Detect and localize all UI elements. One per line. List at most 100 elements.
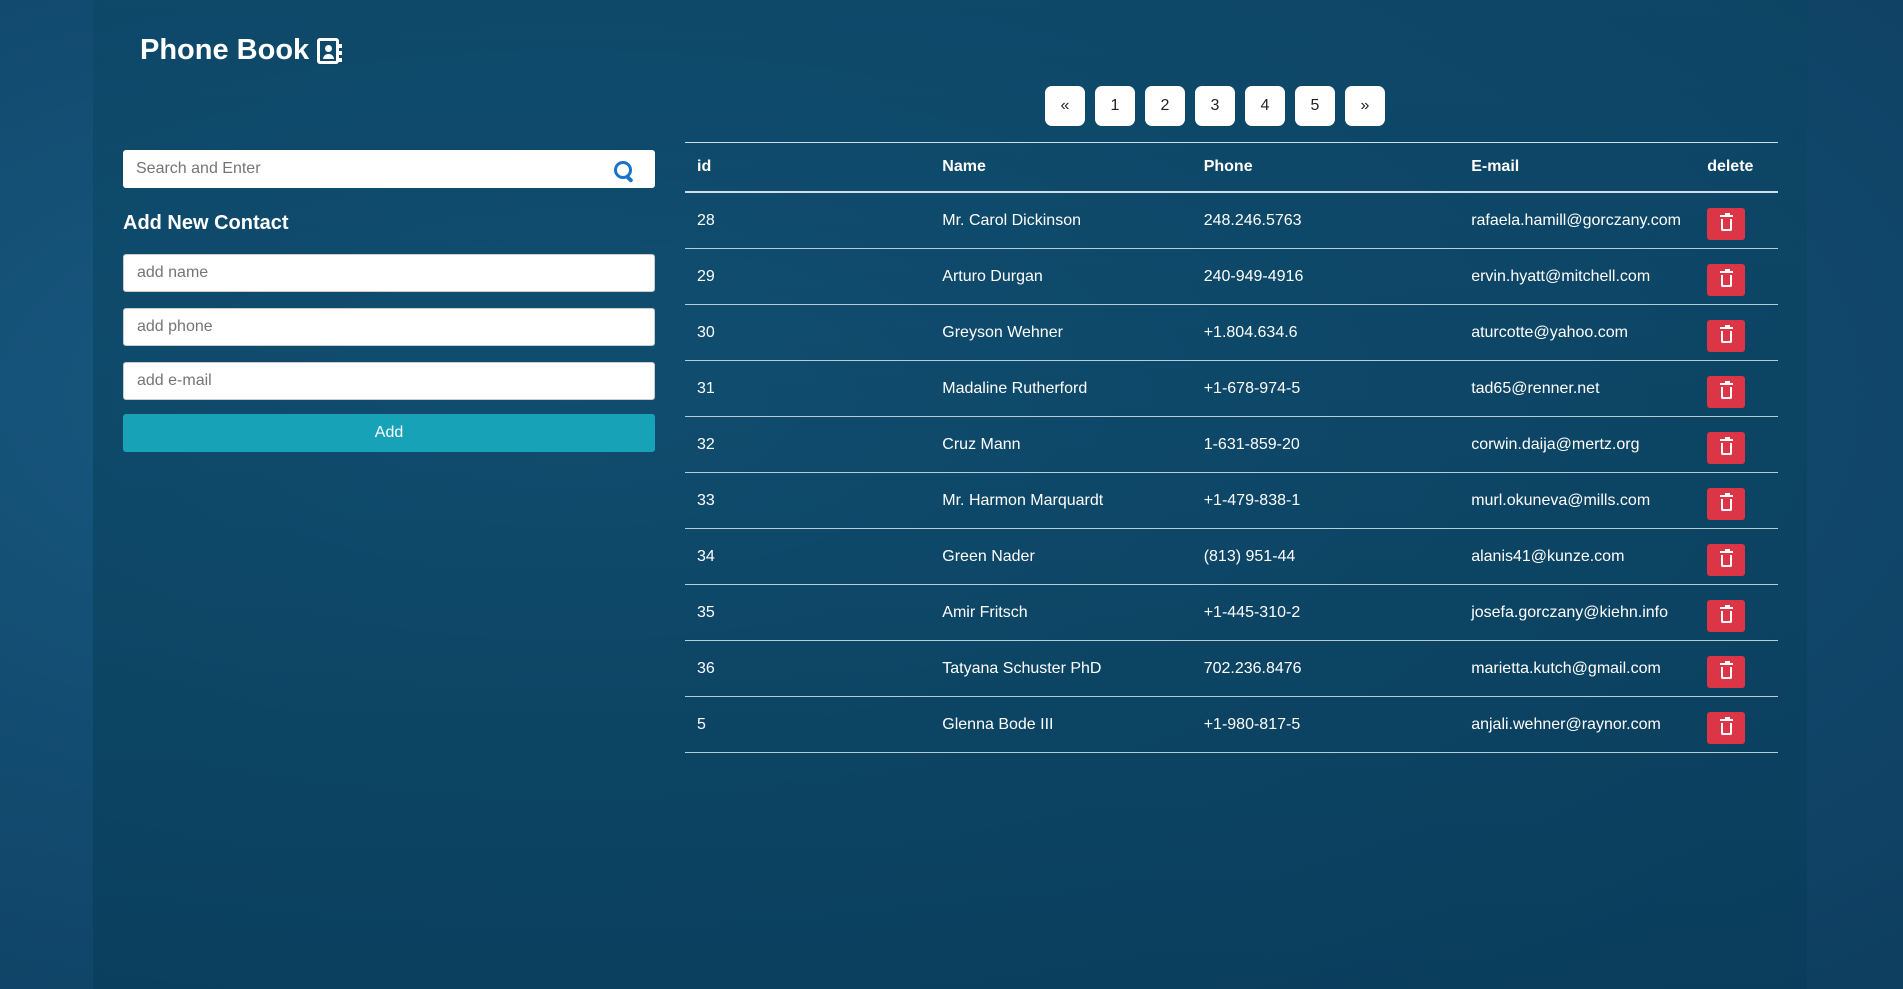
trash-icon	[1719, 717, 1733, 735]
app-title: Phone Book	[140, 34, 343, 67]
cell-email: alanis41@kunze.com	[1459, 528, 1696, 585]
table-row: 29 Arturo Durgan 240-949-4916 ervin.hyatt@m…	[685, 248, 1778, 305]
cell-name: Arturo Durgan	[930, 248, 1192, 305]
delete-button[interactable]	[1707, 655, 1746, 688]
column-header-email: E-mail	[1459, 142, 1696, 193]
trash-icon	[1719, 661, 1733, 679]
cell-delete	[1695, 248, 1778, 305]
cell-email: corwin.daija@mertz.org	[1459, 416, 1696, 473]
email-field[interactable]	[123, 362, 655, 400]
cell-id: 33	[685, 472, 931, 529]
cell-phone: +1-980-817-5	[1191, 696, 1460, 753]
name-field[interactable]	[123, 254, 655, 292]
delete-button[interactable]	[1707, 319, 1746, 352]
cell-phone: +1.804.634.6	[1191, 304, 1460, 361]
table-row: 32 Cruz Mann 1-631-859-20 corwin.daija@mert…	[685, 416, 1778, 473]
cell-id: 30	[685, 304, 931, 361]
page-button-1[interactable]: 1	[1095, 86, 1135, 126]
column-header-phone: Phone	[1191, 142, 1460, 193]
cell-email: ervin.hyatt@mitchell.com	[1459, 248, 1696, 305]
cell-name: Madaline Rutherford	[930, 360, 1192, 417]
table-row: 28 Mr. Carol Dickinson 248.246.5763 rafaela…	[685, 192, 1778, 249]
delete-button[interactable]	[1707, 487, 1746, 520]
table-row: 31 Madaline Rutherford +1-678-974-5 tad65@r…	[685, 360, 1778, 417]
cell-email: rafaela.hamill@gorczany.com	[1459, 192, 1696, 249]
cell-email: aturcotte@yahoo.com	[1459, 304, 1696, 361]
delete-button[interactable]	[1707, 543, 1746, 576]
cell-delete	[1695, 640, 1778, 697]
cell-delete	[1695, 528, 1778, 585]
page-button-4[interactable]: 4	[1245, 86, 1285, 126]
search-box	[123, 150, 655, 188]
cell-name: Mr. Carol Dickinson	[930, 192, 1192, 249]
page-button-3[interactable]: 3	[1195, 86, 1235, 126]
table-row: 5 Glenna Bode III +1-980-817-5 anjali.wehne…	[685, 696, 1778, 753]
cell-email: murl.okuneva@mills.com	[1459, 472, 1696, 529]
column-header-name: Name	[930, 142, 1192, 193]
trash-icon	[1719, 269, 1733, 287]
add-contact-heading: Add New Contact	[123, 212, 289, 234]
delete-button[interactable]	[1707, 711, 1746, 744]
cell-delete	[1695, 696, 1778, 753]
table-row: 36 Tatyana Schuster PhD 702.236.8476 mariet…	[685, 640, 1778, 697]
cell-email: josefa.gorczany@kiehn.info	[1459, 584, 1696, 641]
table-row: 34 Green Nader (813) 951-44 alanis41@kunze.…	[685, 528, 1778, 585]
delete-button[interactable]	[1707, 263, 1746, 296]
address-book-icon	[317, 37, 343, 64]
table-row: 33 Mr. Harmon Marquardt +1-479-838-1 murl.o…	[685, 472, 1778, 529]
trash-icon	[1719, 213, 1733, 231]
cell-delete	[1695, 360, 1778, 417]
table-row: 35 Amir Fritsch +1-445-310-2 josefa.gorczan…	[685, 584, 1778, 641]
delete-button[interactable]	[1707, 375, 1746, 408]
cell-phone: 702.236.8476	[1191, 640, 1460, 697]
cell-name: Glenna Bode III	[930, 696, 1192, 753]
cell-phone: 240-949-4916	[1191, 248, 1460, 305]
cell-phone: (813) 951-44	[1191, 528, 1460, 585]
pagination: « 1 2 3 4 5 »	[1045, 86, 1385, 126]
cell-name: Greyson Wehner	[930, 304, 1192, 361]
cell-delete	[1695, 304, 1778, 361]
page-prev-button[interactable]: «	[1045, 86, 1085, 126]
page-button-2[interactable]: 2	[1145, 86, 1185, 126]
trash-icon	[1719, 549, 1733, 567]
column-header-id: id	[685, 142, 931, 193]
phone-field[interactable]	[123, 308, 655, 346]
cell-phone: 1-631-859-20	[1191, 416, 1460, 473]
cell-email: marietta.kutch@gmail.com	[1459, 640, 1696, 697]
cell-phone: +1-479-838-1	[1191, 472, 1460, 529]
delete-button[interactable]	[1707, 431, 1746, 464]
table-row: 30 Greyson Wehner +1.804.634.6 aturcotte@ya…	[685, 304, 1778, 361]
cell-name: Mr. Harmon Marquardt	[930, 472, 1192, 529]
cell-name: Tatyana Schuster PhD	[930, 640, 1192, 697]
cell-id: 31	[685, 360, 931, 417]
cell-id: 36	[685, 640, 931, 697]
delete-button[interactable]	[1707, 207, 1746, 240]
search-icon[interactable]	[605, 153, 637, 185]
cell-id: 28	[685, 192, 931, 249]
cell-delete	[1695, 192, 1778, 249]
page-next-button[interactable]: »	[1345, 86, 1385, 126]
cell-delete	[1695, 584, 1778, 641]
cell-phone: 248.246.5763	[1191, 192, 1460, 249]
cell-name: Amir Fritsch	[930, 584, 1192, 641]
trash-icon	[1719, 493, 1733, 511]
add-button[interactable]: Add	[123, 414, 655, 452]
cell-delete	[1695, 472, 1778, 529]
delete-button[interactable]	[1707, 599, 1746, 632]
cell-email: tad65@renner.net	[1459, 360, 1696, 417]
cell-id: 35	[685, 584, 931, 641]
cell-id: 34	[685, 528, 931, 585]
cell-phone: +1-445-310-2	[1191, 584, 1460, 641]
cell-email: anjali.wehner@raynor.com	[1459, 696, 1696, 753]
cell-name: Cruz Mann	[930, 416, 1192, 473]
cell-name: Green Nader	[930, 528, 1192, 585]
trash-icon	[1719, 605, 1733, 623]
column-header-delete: delete	[1695, 142, 1778, 193]
search-input[interactable]	[123, 150, 605, 188]
trash-icon	[1719, 381, 1733, 399]
cell-phone: +1-678-974-5	[1191, 360, 1460, 417]
cell-id: 29	[685, 248, 931, 305]
page-button-5[interactable]: 5	[1295, 86, 1335, 126]
contacts-table: id Name Phone E-mail delete 28 Mr. Carol …	[685, 142, 1778, 753]
cell-id: 32	[685, 416, 931, 473]
